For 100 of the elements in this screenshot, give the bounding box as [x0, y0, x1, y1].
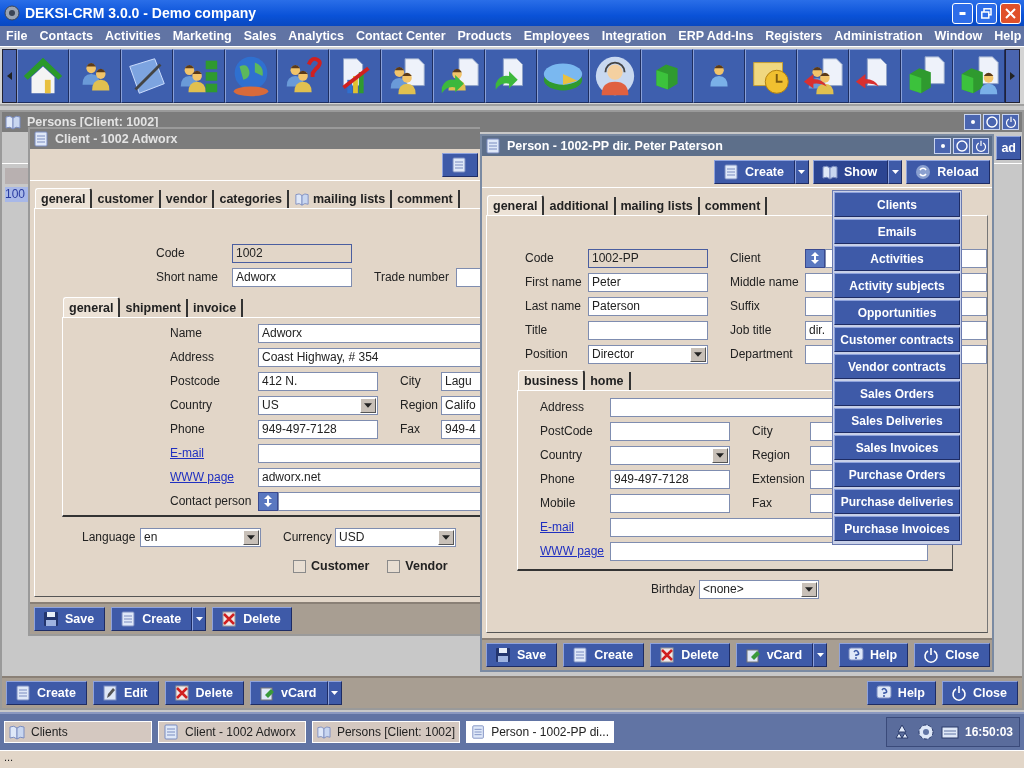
link[interactable]: WWW page [170, 470, 234, 484]
create-button[interactable] [442, 152, 478, 177]
text-field[interactable]: 949-4 [441, 419, 480, 439]
text-field[interactable] [610, 421, 730, 441]
toolbar-button[interactable] [277, 48, 329, 103]
table-cell[interactable]: 100 [5, 187, 28, 202]
toolbar-button[interactable] [433, 48, 485, 103]
text-field[interactable]: 949-497-7128 [258, 419, 378, 439]
taskbar-button[interactable]: Persons [Client: 1002] [312, 721, 460, 743]
menu-item[interactable]: Integration [595, 29, 673, 43]
menu-item[interactable]: Purchase Invoices [834, 516, 960, 541]
text-field[interactable]: 412 N. [258, 371, 378, 391]
checkbox[interactable] [293, 559, 306, 573]
menu-item[interactable]: Activities [834, 246, 960, 271]
menu-item[interactable]: Products [451, 29, 518, 43]
create-button[interactable]: Create [563, 643, 645, 667]
menu-item[interactable]: Contacts [33, 29, 100, 43]
text-field[interactable] [610, 541, 928, 561]
close-button[interactable] [972, 138, 989, 154]
text-field[interactable]: adworx.net [258, 467, 480, 487]
menu-item[interactable]: Purchase deliveries [834, 489, 960, 514]
picker-button[interactable] [805, 248, 825, 268]
dropdown-field[interactable]: US [258, 395, 378, 415]
text-field[interactable] [610, 493, 730, 513]
menu-item[interactable]: Clients [834, 192, 960, 217]
menu-item[interactable]: Activity subjects [834, 273, 960, 298]
tab[interactable]: comment [699, 197, 768, 215]
minimize-button[interactable] [934, 138, 951, 154]
close-button[interactable] [1002, 114, 1019, 130]
dropdown-button[interactable] [888, 159, 903, 184]
toolbar-button[interactable] [17, 48, 69, 103]
menu-item[interactable]: Employees [517, 29, 596, 43]
text-field[interactable]: Califo [441, 395, 480, 415]
menu-item[interactable]: Contact Center [349, 29, 452, 43]
tab[interactable]: vendor [160, 190, 215, 208]
text-field[interactable]: 1002 [232, 243, 352, 263]
menu-item[interactable]: Analytics [282, 29, 350, 43]
toolbar-button[interactable] [745, 48, 797, 103]
create-button[interactable]: Create [714, 159, 795, 184]
toolbar-button[interactable] [797, 48, 849, 103]
minimize-button[interactable] [964, 114, 981, 130]
menu-item[interactable]: Sales Deliveries [834, 408, 960, 433]
menu-item[interactable]: Customer contracts [834, 327, 960, 352]
picker-button[interactable] [258, 491, 278, 511]
tab[interactable]: categories [214, 190, 289, 208]
text-field[interactable]: Lagu [441, 371, 480, 391]
dropdown-button[interactable] [192, 607, 207, 631]
tab[interactable]: general [487, 195, 545, 215]
vcard-button[interactable]: vCard [735, 643, 814, 667]
toolbar-button[interactable] [485, 48, 537, 103]
toolbar-button[interactable] [589, 48, 641, 103]
tab[interactable]: additional [544, 197, 616, 215]
menu-item[interactable]: Sales [237, 29, 283, 43]
create-button[interactable]: Create [6, 681, 87, 705]
menu-item[interactable]: Help [988, 29, 1024, 43]
text-field[interactable]: Adworx [258, 323, 480, 343]
dropdown-field[interactable]: Director [588, 344, 708, 364]
restore-button[interactable] [976, 2, 997, 24]
menu-item[interactable]: File [0, 29, 34, 43]
link[interactable]: WWW page [540, 544, 604, 558]
menu-item[interactable]: Activities [99, 29, 167, 43]
create-button[interactable]: Create [111, 607, 193, 631]
toolbar-button[interactable] [69, 48, 121, 103]
tab[interactable]: general [63, 297, 121, 317]
toolbar-button[interactable] [225, 48, 277, 103]
maximize-button[interactable] [953, 138, 970, 154]
maximize-button[interactable] [983, 114, 1000, 130]
toolbar-button[interactable] [381, 48, 433, 103]
delete-button[interactable]: Delete [164, 681, 245, 705]
text-field[interactable]: Peter [588, 272, 708, 292]
menu-item[interactable]: Vendor contracts [834, 354, 960, 379]
show-button[interactable]: Show [812, 159, 889, 184]
delete-button[interactable]: Delete [650, 643, 730, 667]
close-button[interactable]: Close [941, 681, 1018, 705]
dropdown-field[interactable]: <none> [699, 579, 819, 599]
help-button[interactable]: Help [866, 681, 936, 705]
save-button[interactable]: Save [486, 643, 558, 667]
toolbar-button[interactable] [693, 48, 745, 103]
reload-button[interactable]: Reload [906, 159, 990, 184]
toolbar-button[interactable] [901, 48, 953, 103]
toolbar-button[interactable] [173, 48, 225, 103]
dropdown-field[interactable]: USD [335, 527, 456, 547]
tab[interactable]: comment [392, 190, 460, 208]
vcard-button[interactable]: vCard [250, 681, 328, 705]
menu-item[interactable]: Opportunities [834, 300, 960, 325]
text-field[interactable]: Coast Highway, # 354 [258, 347, 480, 367]
edit-button[interactable]: Edit [92, 681, 159, 705]
menu-item[interactable]: Emails [834, 219, 960, 244]
tab[interactable]: shipment [120, 299, 189, 317]
taskbar-button[interactable]: Client - 1002 Adworx [158, 721, 306, 743]
menu-item[interactable]: ERP Add-Ins [672, 29, 760, 43]
menu-item[interactable]: Administration [828, 29, 929, 43]
toolbar-button[interactable] [849, 48, 901, 103]
close-button[interactable]: Close [914, 643, 991, 667]
text-field[interactable]: 1002-PP [588, 248, 708, 268]
save-button[interactable]: Save [34, 607, 106, 631]
tab[interactable]: mailing lists [288, 190, 393, 208]
tab[interactable]: home [585, 372, 631, 390]
dropdown-button[interactable] [813, 643, 828, 667]
dropdown-field[interactable]: en [140, 527, 261, 547]
